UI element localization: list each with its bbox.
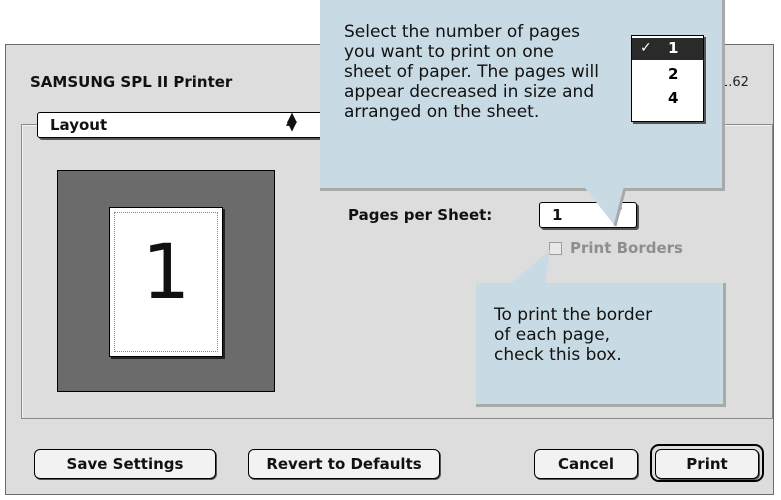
borders-callout-text: To print the border of each page, check … (494, 305, 653, 365)
checkmark-icon: ✓ (640, 40, 652, 56)
printer-title: SAMSUNG SPL II Printer (30, 73, 233, 91)
menu-option-2[interactable]: 2 (632, 64, 703, 86)
preview-page-number: 1 (141, 227, 191, 316)
menu-option-label: 4 (668, 89, 679, 107)
pages-per-sheet-menu: ✓ 1 2 4 (631, 35, 704, 122)
popup-arrows-icon: ▲ ▼ (287, 110, 297, 134)
pages-callout-text: Select the number of pages you want to p… (344, 22, 599, 122)
print-borders-label: Print Borders (570, 239, 683, 257)
pages-per-sheet-value: 1 (552, 206, 563, 224)
pages-per-sheet-label: Pages per Sheet: (348, 206, 493, 224)
save-settings-button[interactable]: Save Settings (34, 449, 216, 479)
menu-option-label: 1 (668, 39, 679, 57)
menu-option-4[interactable]: 4 (632, 88, 703, 110)
menu-option-1[interactable]: ✓ 1 (632, 38, 703, 60)
panel-popup-label: Layout (50, 116, 108, 134)
preview-sheet: 1 (109, 207, 223, 357)
borders-callout: To print the border of each page, check … (476, 283, 726, 407)
popup-divider (285, 115, 286, 135)
revert-defaults-button[interactable]: Revert to Defaults (248, 449, 440, 479)
pages-callout-pointer (585, 188, 627, 227)
print-button[interactable]: Print (655, 449, 759, 479)
menu-option-label: 2 (668, 65, 679, 83)
cancel-button[interactable]: Cancel (534, 449, 638, 479)
